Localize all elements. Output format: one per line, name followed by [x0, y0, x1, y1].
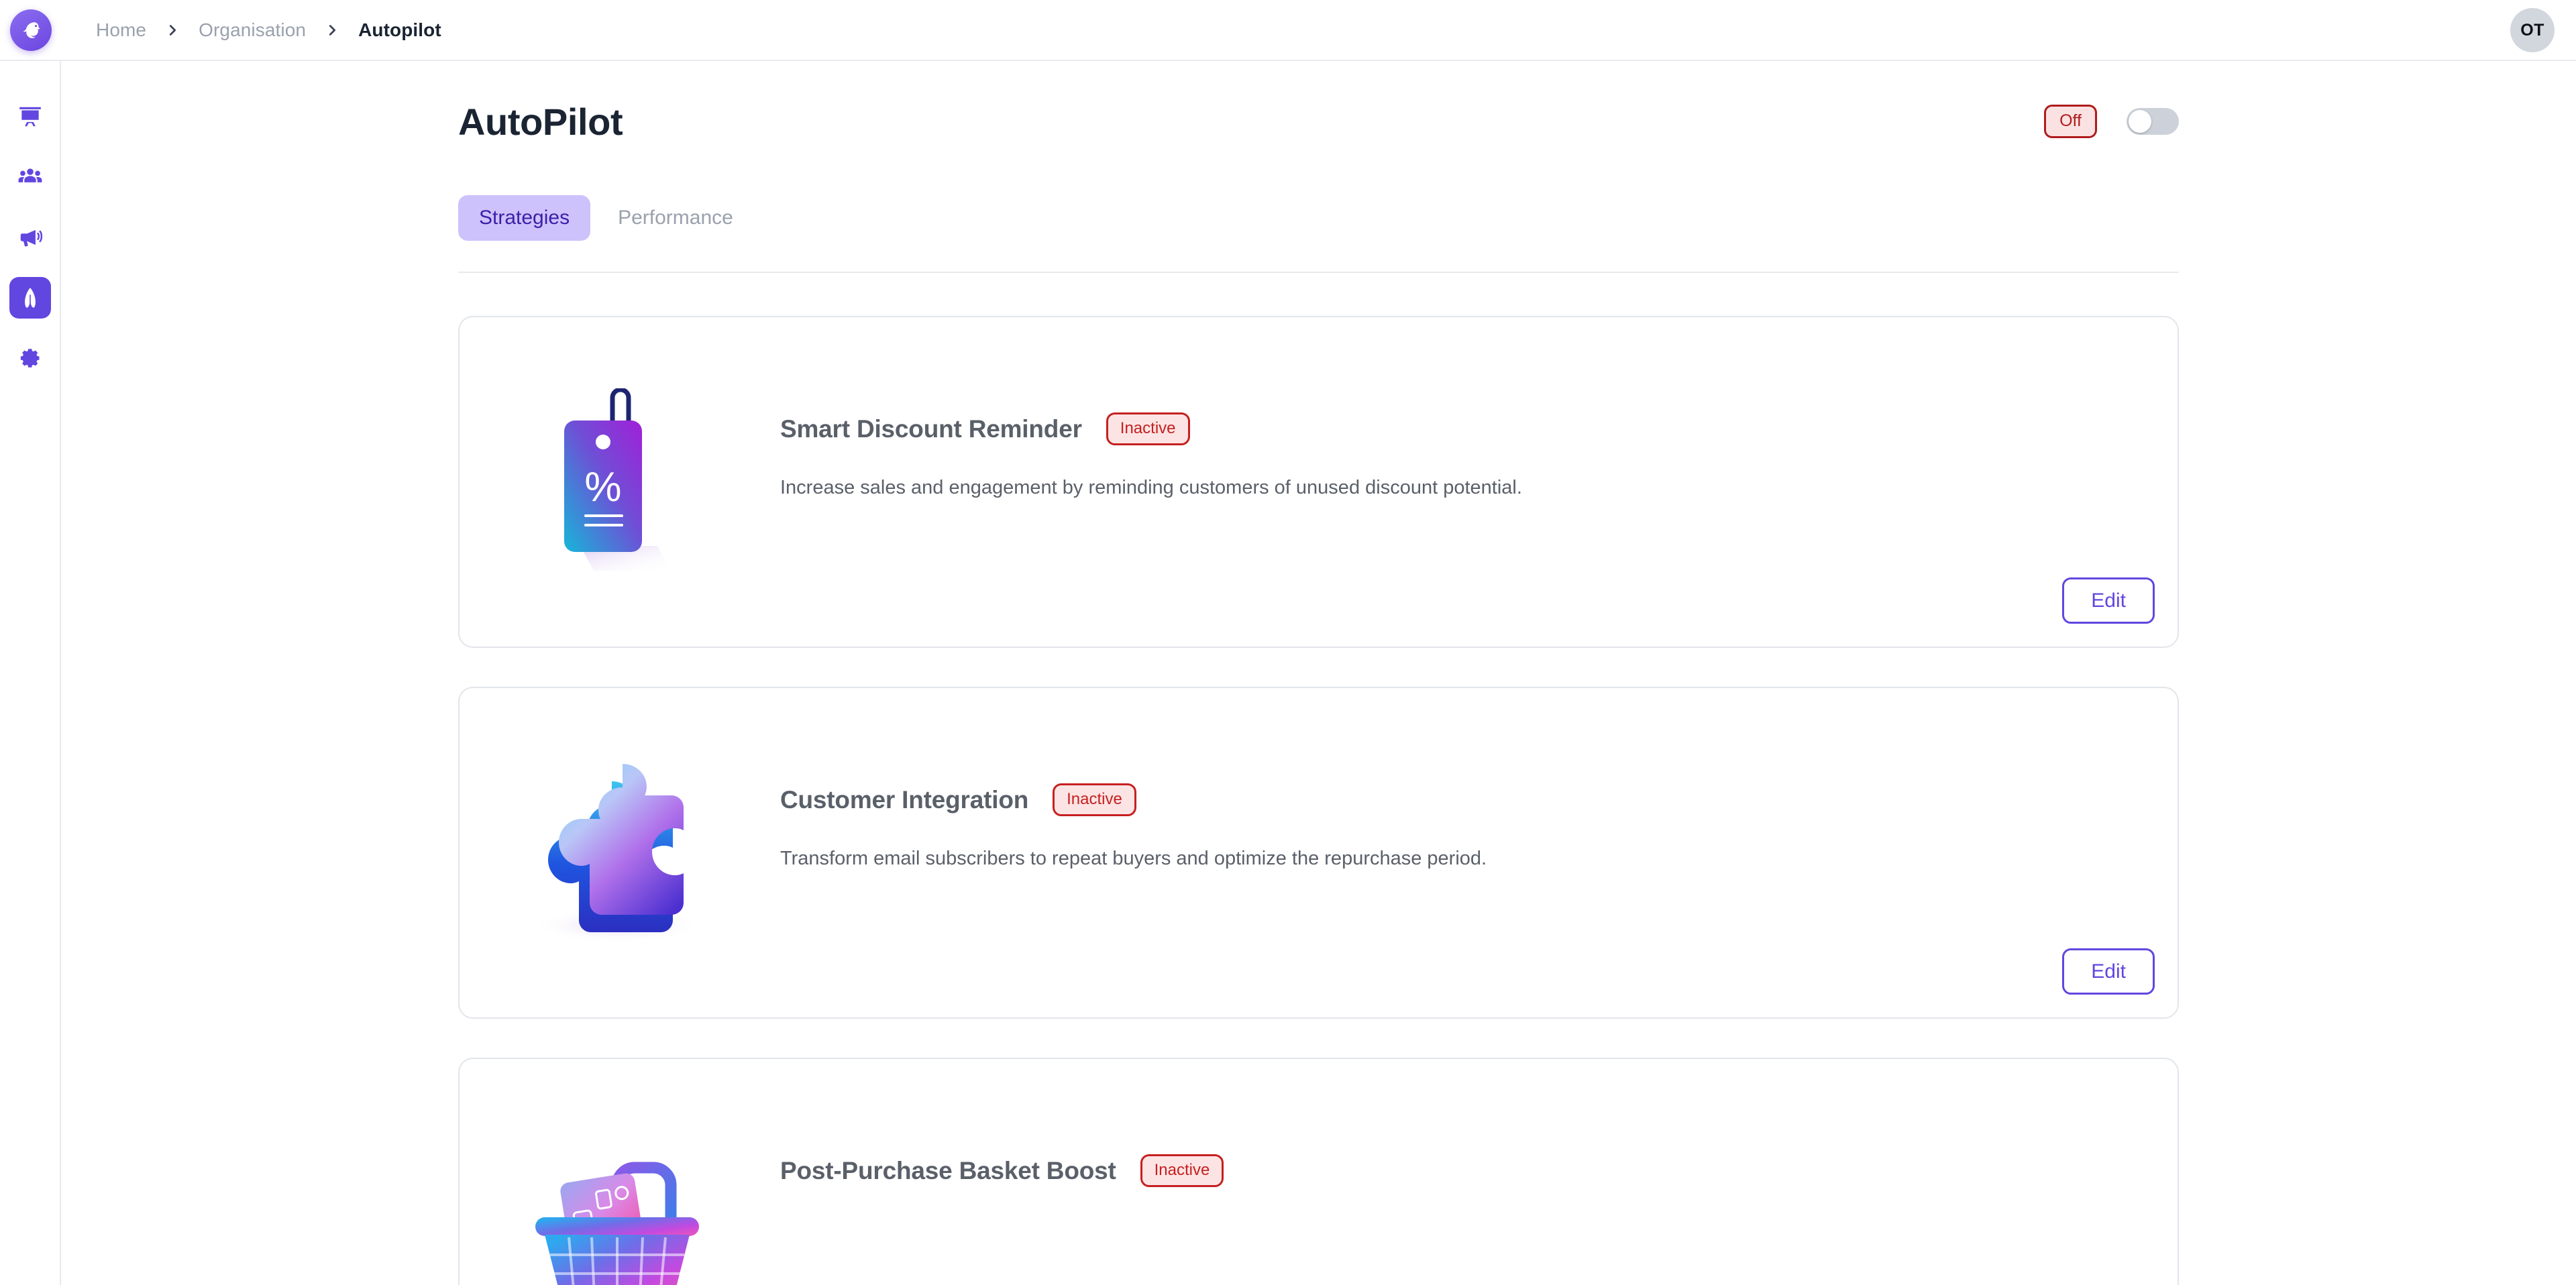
card-illustration [460, 688, 775, 1017]
autopilot-status-badge: Off [2044, 105, 2097, 138]
card-description: Transform email subscribers to repeat bu… [780, 848, 1487, 869]
page-title: AutoPilot [458, 100, 623, 143]
card-body: Post-Purchase Basket Boost Inactive Edit [775, 1059, 2178, 1285]
status-badge: Inactive [1106, 412, 1190, 445]
main-content: AutoPilot Off Strategies Performance % S… [61, 61, 2576, 1285]
presentation-chart-icon [17, 104, 43, 129]
page-header: AutoPilot Off [458, 61, 2179, 182]
card-actions: Edit [2062, 577, 2155, 624]
chevron-right-icon [325, 23, 339, 38]
autopilot-icon [17, 285, 43, 311]
app-logo[interactable] [0, 0, 61, 60]
page-header-controls: Off [2044, 105, 2179, 138]
breadcrumb-item-home[interactable]: Home [96, 19, 146, 41]
card-illustration [460, 1059, 775, 1285]
shopping-basket-icon [535, 1162, 699, 1285]
status-badge: Inactive [1053, 783, 1136, 816]
card-description: Increase sales and engagement by remindi… [780, 477, 1522, 498]
breadcrumb-item-organisation[interactable]: Organisation [199, 19, 306, 41]
card-title-row: Customer Integration Inactive [780, 783, 2140, 816]
edit-button[interactable]: Edit [2062, 948, 2155, 995]
strategy-card[interactable]: Customer Integration Inactive Transform … [458, 687, 2179, 1019]
top-bar: Home Organisation Autopilot OT [0, 0, 2576, 61]
avatar[interactable]: OT [2510, 8, 2555, 52]
tab-list: Strategies Performance [458, 195, 2179, 241]
users-group-icon [17, 164, 43, 190]
card-title: Customer Integration [780, 785, 1029, 814]
strategy-card[interactable]: % Smart Discount Reminder Inactive Incre… [458, 316, 2179, 648]
breadcrumb-item-autopilot: Autopilot [358, 19, 441, 40]
card-illustration: % [460, 317, 775, 647]
sidebar-item-analytics[interactable] [9, 96, 51, 137]
card-title-row: Smart Discount Reminder Inactive [780, 412, 2140, 445]
card-title: Post-Purchase Basket Boost [780, 1156, 1116, 1184]
eagle-logo-icon [9, 9, 52, 51]
card-actions: Edit [2062, 948, 2155, 995]
gear-icon [17, 345, 43, 371]
discount-tag-icon: % [564, 388, 671, 571]
sidebar-item-settings[interactable] [9, 337, 51, 379]
card-title-row: Post-Purchase Basket Boost Inactive [780, 1154, 2140, 1187]
svg-text:%: % [584, 464, 621, 510]
sidebar-item-customers[interactable] [9, 156, 51, 198]
breadcrumb: Home Organisation Autopilot [96, 19, 441, 41]
megaphone-icon [17, 225, 43, 250]
strategy-card-list: % Smart Discount Reminder Inactive Incre… [458, 316, 2179, 1285]
chevron-right-icon [165, 23, 180, 38]
tabs-divider [458, 272, 2179, 273]
tab-performance[interactable]: Performance [597, 195, 754, 241]
autopilot-toggle[interactable] [2127, 108, 2179, 135]
card-body: Customer Integration Inactive Transform … [775, 688, 2178, 1017]
tabs-section: Strategies Performance [458, 195, 2179, 273]
edit-button[interactable]: Edit [2062, 577, 2155, 624]
card-title: Smart Discount Reminder [780, 414, 1082, 443]
sidebar-item-campaigns[interactable] [9, 217, 51, 258]
strategy-card[interactable]: Post-Purchase Basket Boost Inactive Edit [458, 1058, 2179, 1285]
card-body: Smart Discount Reminder Inactive Increas… [775, 317, 2178, 647]
puzzle-piece-icon [533, 763, 701, 943]
tab-strategies[interactable]: Strategies [458, 195, 591, 241]
status-badge: Inactive [1140, 1154, 1224, 1187]
toggle-knob [2129, 110, 2151, 133]
sidebar-item-autopilot[interactable] [9, 277, 51, 319]
sidebar [0, 61, 61, 1285]
